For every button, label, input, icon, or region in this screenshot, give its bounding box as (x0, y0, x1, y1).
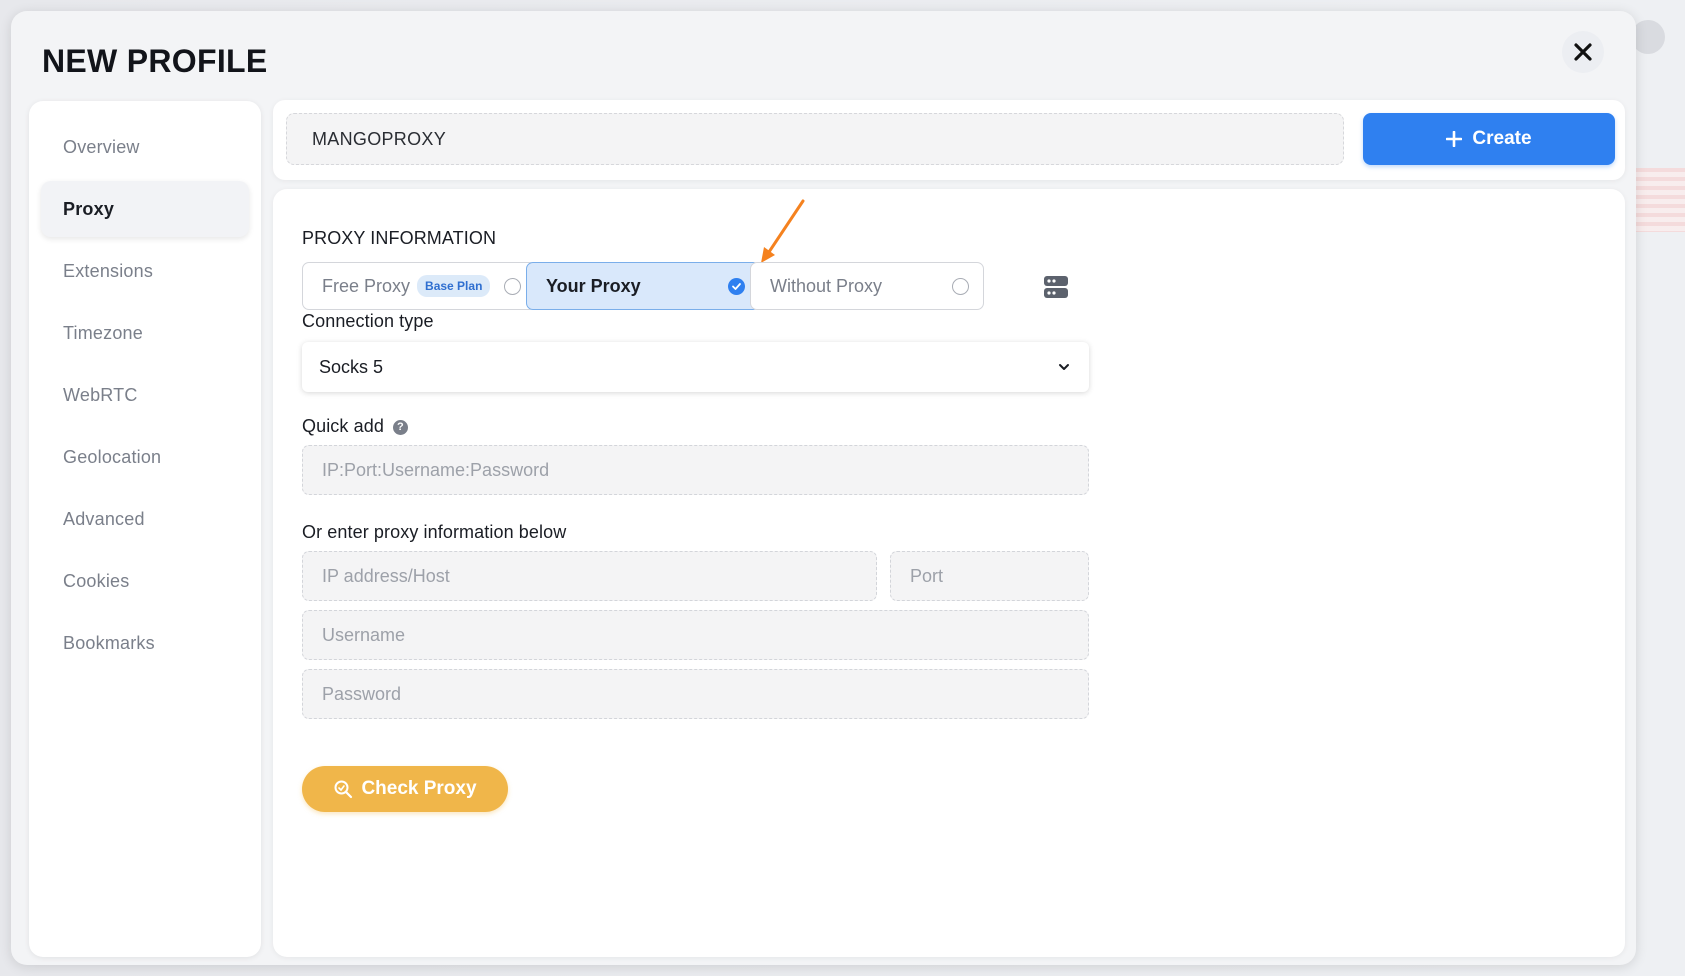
proxy-option-label: Free Proxy (322, 275, 411, 296)
background-decoration (1631, 20, 1665, 54)
profile-name-bar: Create (273, 100, 1625, 180)
sidebar-item-advanced[interactable]: Advanced (41, 491, 249, 547)
close-icon (1574, 43, 1592, 61)
chevron-down-icon (1059, 364, 1069, 370)
proxy-option-your[interactable]: Your Proxy (526, 262, 760, 310)
manual-entry-label: Or enter proxy information below (302, 522, 567, 542)
radio-checked-icon (728, 278, 745, 295)
host-input[interactable] (302, 551, 877, 601)
sidebar-item-extensions[interactable]: Extensions (41, 243, 249, 299)
section-title: PROXY INFORMATION (302, 228, 497, 248)
proxy-option-label: Your Proxy (546, 275, 641, 296)
quick-add-label: Quick add? (302, 416, 408, 437)
port-input[interactable] (890, 551, 1089, 601)
proxy-panel: PROXY INFORMATION Free Proxy Base Plan Y… (273, 189, 1625, 957)
help-icon[interactable]: ? (392, 419, 408, 435)
sidebar-item-webrtc[interactable]: WebRTC (41, 367, 249, 423)
connection-type-select[interactable]: Socks 5 (302, 342, 1089, 392)
annotation-arrow-icon (761, 199, 805, 263)
close-button[interactable] (1562, 31, 1604, 73)
create-button[interactable]: Create (1363, 113, 1615, 165)
modal-title: NEW PROFILE (42, 43, 268, 79)
username-input[interactable] (302, 610, 1089, 660)
sidebar-item-overview[interactable]: Overview (41, 119, 249, 175)
server-list-icon[interactable] (1043, 274, 1069, 300)
profile-name-input[interactable] (286, 113, 1344, 165)
proxy-option-free[interactable]: Free Proxy Base Plan (302, 262, 536, 310)
create-button-label: Create (1472, 128, 1532, 149)
new-profile-modal: NEW PROFILE Overview Proxy Extensions Ti… (11, 11, 1636, 965)
sidebar-item-timezone[interactable]: Timezone (41, 305, 249, 361)
check-proxy-button[interactable]: Check Proxy (302, 766, 508, 812)
quick-add-text: Quick add (302, 416, 384, 436)
sidebar-nav: Overview Proxy Extensions Timezone WebRT… (29, 101, 261, 957)
search-icon (334, 780, 353, 799)
connection-type-label: Connection type (302, 311, 434, 331)
radio-icon (952, 278, 969, 295)
sidebar-item-cookies[interactable]: Cookies (41, 553, 249, 609)
connection-type-value: Socks 5 (319, 356, 384, 377)
quick-add-input[interactable] (302, 445, 1089, 495)
radio-icon (504, 278, 521, 295)
check-proxy-label: Check Proxy (361, 778, 477, 799)
sidebar-item-proxy[interactable]: Proxy (41, 181, 249, 237)
sidebar-item-bookmarks[interactable]: Bookmarks (41, 615, 249, 671)
base-plan-badge: Base Plan (417, 275, 491, 297)
plus-icon (1446, 131, 1463, 147)
proxy-option-without[interactable]: Without Proxy (750, 262, 984, 310)
proxy-option-label: Without Proxy (770, 275, 883, 296)
sidebar-item-geolocation[interactable]: Geolocation (41, 429, 249, 485)
password-input[interactable] (302, 669, 1089, 719)
